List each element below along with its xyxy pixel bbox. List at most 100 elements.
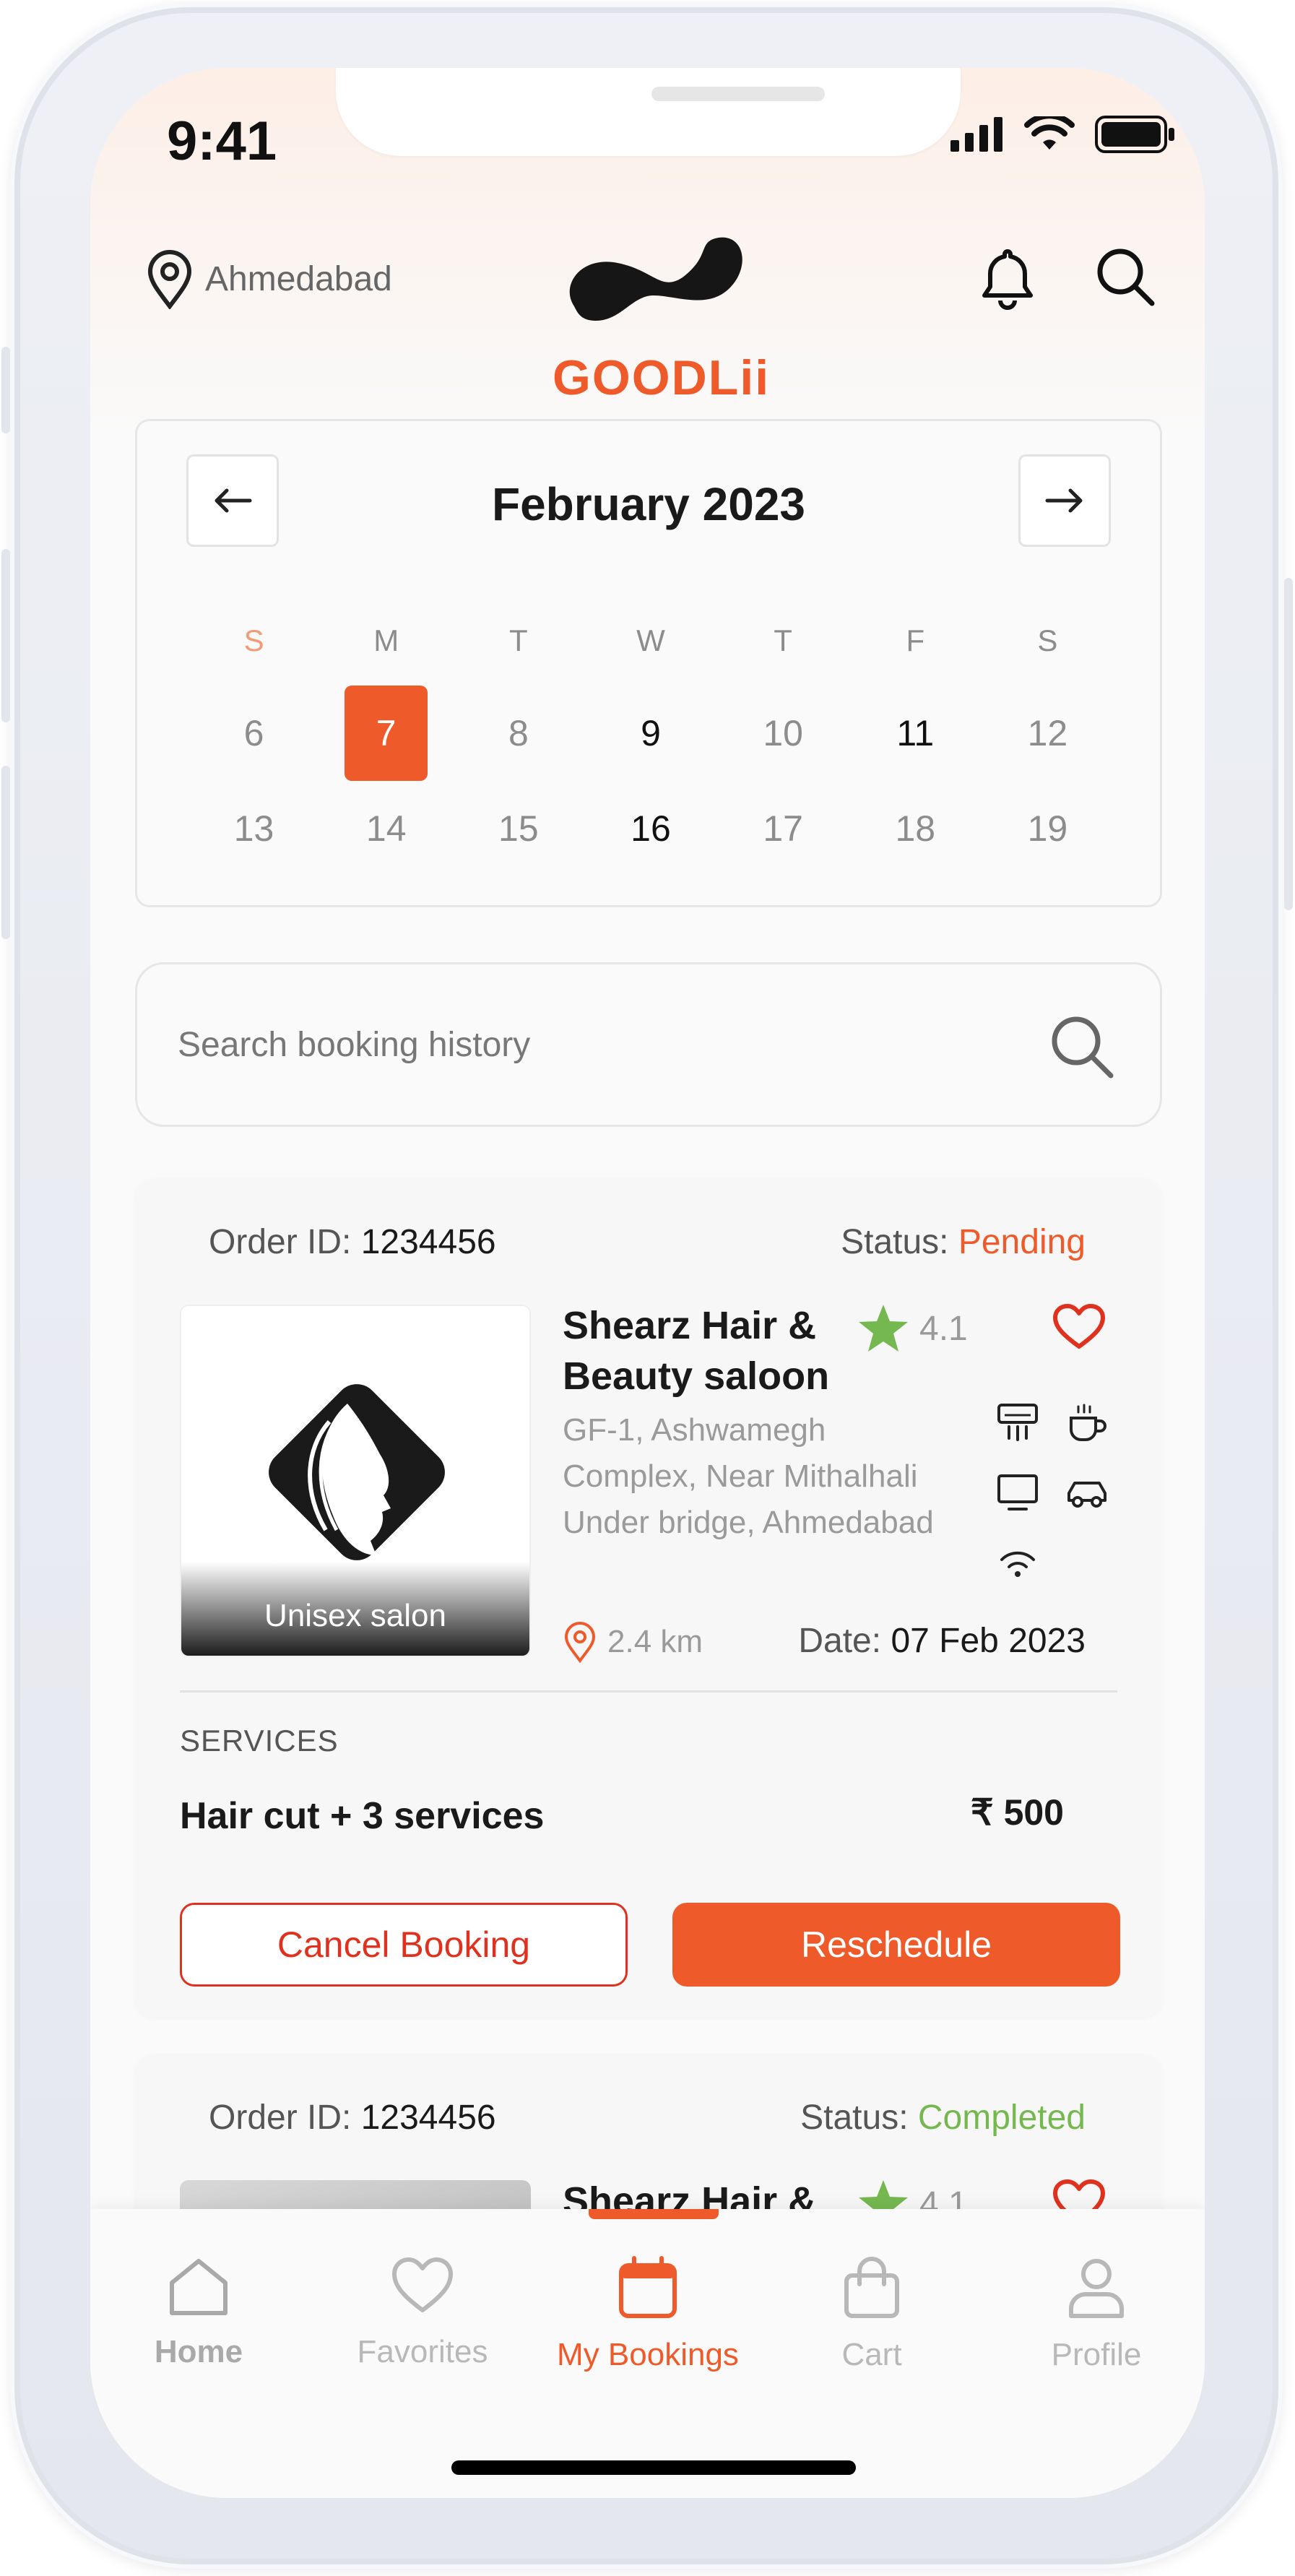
booking-status: Status: Pending (841, 1222, 1086, 1262)
cancel-booking-button[interactable]: Cancel Booking (180, 1903, 628, 1987)
search-placeholder: Search booking history (178, 1026, 531, 1064)
arrow-right-icon (1045, 488, 1083, 513)
weekday-label: F (906, 623, 925, 657)
nav-my-bookings[interactable]: My Bookings (540, 2255, 756, 2373)
notifications-button[interactable] (979, 246, 1036, 314)
booking-card: Order ID: 1234456 Status: Pending Unisex… (135, 1179, 1162, 2017)
weekday-label: T (509, 623, 528, 657)
volume-up-button (1, 549, 10, 722)
rating-value: 4.1 (919, 1309, 968, 1348)
card-divider (180, 1690, 1117, 1693)
wifi-icon (995, 1539, 1041, 1585)
calendar-day[interactable]: 9 (584, 686, 716, 781)
salon-name[interactable]: Shearz Hair & Beauty saloon (563, 1300, 873, 1401)
calendar-icon (619, 2256, 677, 2318)
tv-icon (995, 1469, 1041, 1516)
calendar-day[interactable]: 8 (452, 686, 584, 781)
date-label: Date: (798, 1622, 882, 1660)
notch (336, 68, 961, 156)
ac-icon (995, 1400, 1041, 1446)
bag-icon (844, 2257, 899, 2318)
search-button[interactable] (1094, 246, 1156, 311)
battery-icon (1095, 116, 1174, 153)
calendar-day[interactable]: 14 (320, 781, 452, 876)
calendar-day-label: 7 (376, 713, 397, 753)
salon-distance: 2.4 km (563, 1621, 703, 1663)
salon-thumbnail[interactable]: Unisex salon (180, 1305, 531, 1657)
order-id-label: Order ID: (209, 2099, 352, 2137)
user-icon (1069, 2259, 1124, 2318)
calendar-day[interactable]: 6 (188, 686, 320, 781)
favorite-button[interactable] (1052, 1303, 1106, 1354)
services-heading: SERVICES (180, 1724, 339, 1758)
speaker-grille (651, 87, 825, 101)
date-value: 07 Feb 2023 (891, 1622, 1086, 1660)
location-label: Ahmedabad (205, 259, 392, 298)
calendar-day[interactable]: 16 (584, 781, 716, 876)
distance-value: 2.4 km (607, 1624, 703, 1659)
status-label: Status: (800, 2099, 909, 2137)
home-icon (170, 2259, 228, 2315)
home-indicator (451, 2460, 856, 2475)
weekday-label: S (243, 623, 264, 657)
booking-status: Status: Completed (800, 2098, 1086, 2138)
order-id-label: Order ID: (209, 1223, 352, 1261)
mustache-logo-icon (569, 237, 742, 321)
weekday-label: M (373, 623, 399, 657)
calendar-day[interactable]: 13 (188, 781, 320, 876)
goodlii-logo: GOODLii (553, 227, 768, 405)
order-id-value: 1234456 (360, 1223, 496, 1261)
calendar-day[interactable]: 15 (452, 781, 584, 876)
status-time: 9:41 (167, 111, 277, 172)
location-selector[interactable]: Ahmedabad (144, 248, 392, 309)
status-label: Status: (841, 1223, 949, 1261)
booking-date: Date: 07 Feb 2023 (798, 1621, 1086, 1661)
nav-cart[interactable]: Cart (763, 2255, 980, 2373)
weekday-label: T (774, 623, 792, 657)
coffee-icon (1064, 1400, 1110, 1446)
calendar-day[interactable]: 12 (982, 686, 1114, 781)
calendar-day[interactable]: 18 (849, 781, 982, 876)
nav-label: Cart (841, 2337, 902, 2372)
calendar-day[interactable]: 10 (717, 686, 849, 781)
nav-label: Favorites (357, 2334, 488, 2369)
nav-label: Home (154, 2334, 243, 2369)
reschedule-button[interactable]: Reschedule (672, 1903, 1120, 1987)
order-id: Order ID: 1234456 (209, 2098, 496, 2138)
location-pin-icon (147, 250, 192, 309)
salon-rating: 4.1 (857, 1303, 968, 1354)
booking-history-search[interactable]: Search booking history (135, 962, 1162, 1127)
nav-favorites[interactable]: Favorites (314, 2255, 531, 2370)
calendar-card: February 2023 S M T W T F S 6 7 8 9 10 1… (135, 419, 1162, 907)
salon-address: GF-1, Ashwamegh Complex, Near Mithalhali… (563, 1412, 934, 1540)
nav-home[interactable]: Home (90, 2255, 307, 2370)
calendar-day-selected[interactable]: 7 (320, 686, 452, 781)
nav-label: Profile (1051, 2337, 1142, 2372)
order-id-value: 1234456 (360, 2099, 496, 2137)
weekday-header: S M T W T F S (188, 623, 1114, 658)
active-tab-indicator (589, 2209, 719, 2219)
signal-icon (950, 117, 1002, 152)
status-badge: Pending (958, 1223, 1086, 1261)
next-month-button[interactable] (1018, 454, 1111, 547)
nav-profile[interactable]: Profile (988, 2255, 1205, 2373)
calendar-day[interactable]: 11 (849, 686, 982, 781)
search-icon[interactable] (1047, 1012, 1117, 1081)
volume-down-button (1, 766, 10, 939)
location-pin-icon (564, 1622, 596, 1663)
mute-switch (1, 347, 10, 433)
weekday-label: S (1037, 623, 1058, 657)
bell-icon (982, 249, 1033, 310)
heart-icon (392, 2257, 453, 2312)
status-icons (950, 116, 1176, 153)
car-icon (1064, 1469, 1110, 1516)
calendar-day[interactable]: 19 (982, 781, 1114, 876)
calendar-day[interactable]: 17 (717, 781, 849, 876)
wifi-icon (1024, 116, 1075, 150)
booking-price: ₹ 500 (970, 1792, 1064, 1833)
calendar-week: 6 7 8 9 10 11 12 (188, 686, 1114, 781)
nav-label: My Bookings (557, 2337, 739, 2372)
bottom-navigation: Home Favorites My Bookings Cart Profile (90, 2209, 1205, 2498)
order-id: Order ID: 1234456 (209, 1222, 496, 1262)
weekday-label: W (636, 623, 665, 657)
